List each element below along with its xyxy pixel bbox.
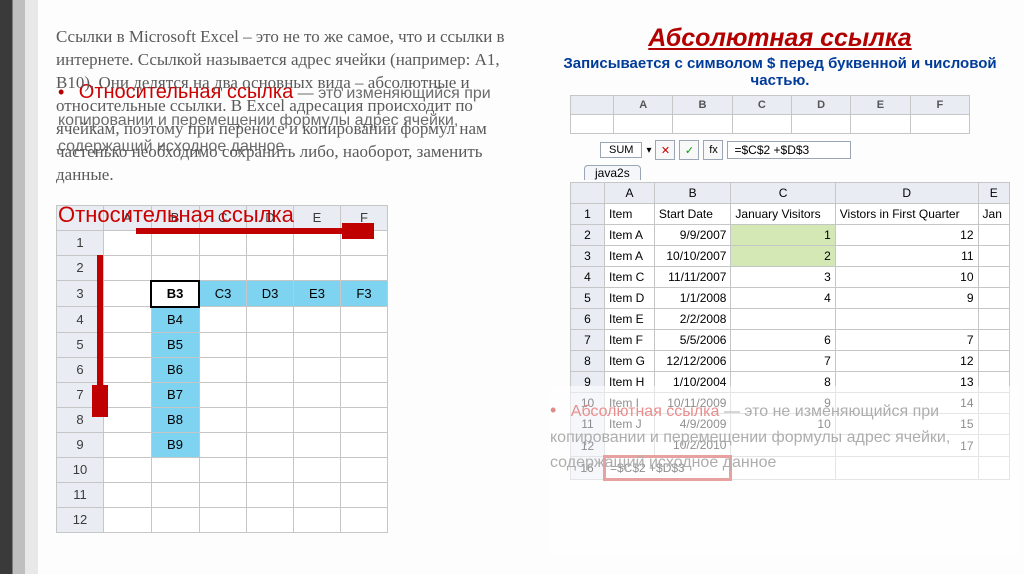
cell-b3[interactable]: B3 — [151, 281, 199, 307]
corner-cell — [571, 183, 605, 204]
sheet-tab[interactable]: java2s — [584, 165, 641, 180]
cell-f3[interactable]: F3 — [341, 281, 388, 307]
side-stripe — [0, 0, 38, 574]
relative-grid-table: A B C D E F 1 2 3 B3 C3 D3 E3 F3 — [56, 205, 388, 533]
cancel-icon[interactable]: ✕ — [655, 140, 675, 160]
absolute-title: Абсолютная ссылка — [540, 24, 1020, 53]
cell-b4[interactable]: B4 — [151, 307, 199, 333]
ghost-absolute-title: Абсолютная ссылка — [571, 403, 720, 420]
col-header: C — [731, 183, 835, 204]
cell-b5[interactable]: B5 — [151, 332, 199, 357]
cell-b9[interactable]: B9 — [151, 432, 199, 457]
cell-b8[interactable]: B8 — [151, 407, 199, 432]
bullet-icon: • — [550, 400, 566, 420]
confirm-icon[interactable]: ✓ — [679, 140, 699, 160]
left-column: • Относительная ссылка — это изменяющийс… — [56, 26, 516, 533]
name-box[interactable]: SUM — [600, 142, 642, 158]
absolute-subtitle: Записывается с символом $ перед буквенно… — [540, 55, 1020, 89]
col-header: B — [654, 183, 731, 204]
cell-b7[interactable]: B7 — [151, 382, 199, 407]
cell-e3[interactable]: E3 — [294, 281, 341, 307]
col-header: A — [605, 183, 655, 204]
main-paragraph: Ссылки в Microsoft Excel – это не то же … — [56, 26, 516, 187]
cell-c3[interactable]: C3 — [199, 281, 247, 307]
col-header: E — [978, 183, 1009, 204]
formula-bar: SUM ▾ ✕ ✓ fx =$C$2 +$D$3 — [600, 140, 1020, 160]
ghost-relative-heading: Относительная ссылка — [58, 202, 294, 227]
cell-d3[interactable]: D3 — [247, 281, 294, 307]
cell-b6[interactable]: B6 — [151, 357, 199, 382]
col-header: D — [835, 183, 978, 204]
relative-example-grid: A B C D E F 1 2 3 B3 C3 D3 E3 F3 — [56, 205, 396, 533]
corner-cell — [571, 96, 614, 115]
formula-input[interactable]: =$C$2 +$D$3 — [727, 141, 851, 159]
ghost-absolute-text: • Абсолютная ссылка — это не изменяющийс… — [550, 396, 1010, 476]
mini-header-grid: A B C D E F — [570, 95, 970, 134]
fx-icon[interactable]: fx — [703, 140, 723, 160]
